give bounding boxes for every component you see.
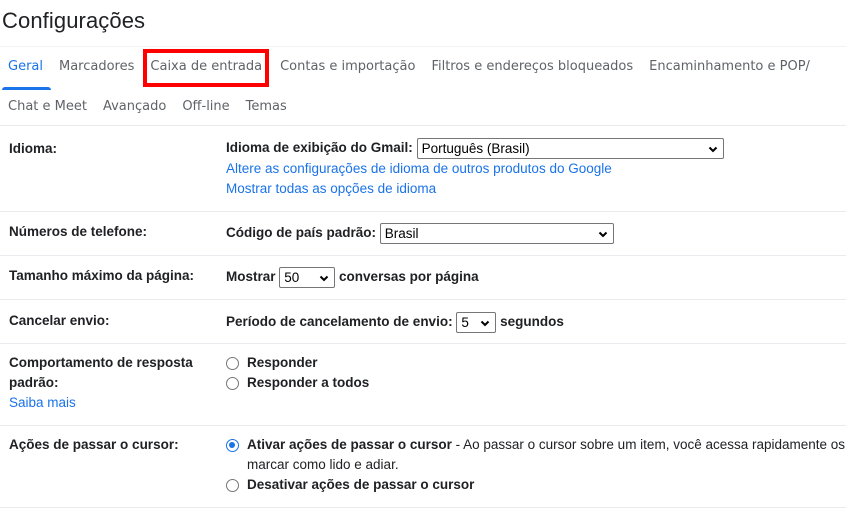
- settings-tabs-row-1: Geral Marcadores Caixa de entrada Contas…: [0, 47, 818, 90]
- page-size-label: Tamanho máximo da página:: [9, 268, 195, 283]
- default-reply-options: Responder Responder a todos: [226, 353, 369, 393]
- tab-off-line[interactable]: Off-line: [174, 89, 237, 125]
- reply-option-label: Responder: [247, 355, 318, 370]
- chevron-down-icon: [598, 231, 607, 237]
- tab-chat-e-meet[interactable]: Chat e Meet: [0, 89, 95, 125]
- page-size-content: Mostrar 50 conversas por página: [226, 267, 479, 288]
- section-default-reply: Comportamento de resposta padrão: Saiba …: [0, 344, 846, 426]
- tab-encaminhamento-pop[interactable]: Encaminhamento e POP/: [641, 47, 818, 89]
- change-other-products-language-link[interactable]: Altere as configurações de idioma de out…: [226, 159, 724, 179]
- undo-send-label: Cancelar envio:: [9, 313, 110, 328]
- chevron-down-icon: [708, 146, 717, 152]
- page-size-select[interactable]: 50: [279, 267, 336, 288]
- tab-filtros[interactable]: Filtros e endereços bloqueados: [423, 47, 641, 89]
- phone-label: Números de telefone:: [9, 224, 148, 239]
- tab-geral[interactable]: Geral: [0, 47, 51, 90]
- default-reply-label-container: Comportamento de resposta padrão: Saiba …: [9, 353, 209, 413]
- section-language: Idioma: Idioma de exibição do Gmail: Por…: [0, 126, 846, 212]
- tab-contas-e-importacao[interactable]: Contas e importação: [272, 47, 423, 89]
- disable-hover-option[interactable]: Desativar ações de passar o cursor: [226, 475, 846, 495]
- section-undo-send: Cancelar envio: Período de cancelamento …: [0, 300, 846, 344]
- page-size-suffix: conversas por página: [339, 269, 479, 285]
- learn-more-link[interactable]: Saiba mais: [9, 393, 209, 413]
- tab-avancado[interactable]: Avançado: [95, 89, 174, 125]
- section-hover-actions: Ações de passar o cursor: Ativar ações d…: [0, 426, 846, 508]
- phone-content: Código de país padrão: Brasil: [226, 223, 614, 244]
- display-language-select[interactable]: Português (Brasil): [416, 138, 724, 159]
- enable-hover-description-line2: marcar como lido e adiar.: [247, 457, 399, 472]
- enable-hover-label: Ativar ações de passar o cursor: [247, 437, 452, 452]
- hover-actions-options: Ativar ações de passar o cursor - Ao pas…: [226, 435, 846, 495]
- reply-all-option-label: Responder a todos: [247, 375, 370, 390]
- tab-caixa-de-entrada[interactable]: Caixa de entrada: [143, 49, 270, 87]
- enable-hover-option[interactable]: Ativar ações de passar o cursor - Ao pas…: [226, 435, 846, 455]
- radio-enable-hover[interactable]: [226, 439, 239, 452]
- undo-send-period-label: Período de cancelamento de envio:: [226, 314, 453, 330]
- undo-send-suffix: segundos: [500, 314, 564, 330]
- hover-actions-label: Ações de passar o cursor:: [9, 437, 179, 452]
- undo-send-period-select[interactable]: 5: [456, 312, 497, 333]
- display-language-value: Português (Brasil): [421, 140, 530, 156]
- display-language-label: Idioma de exibição do Gmail:: [226, 140, 413, 156]
- language-content: Idioma de exibição do Gmail: Português (…: [226, 138, 724, 199]
- undo-send-content: Período de cancelamento de envio: 5 segu…: [226, 312, 564, 333]
- show-all-language-options-link[interactable]: Mostrar todas as opções de idioma: [226, 179, 724, 199]
- country-code-value: Brasil: [384, 225, 419, 241]
- enable-hover-description: - Ao passar o cursor sobre um item, você…: [455, 437, 846, 452]
- page-size-prefix: Mostrar: [226, 269, 276, 285]
- page-title: Configurações: [2, 8, 146, 33]
- section-page-size: Tamanho máximo da página: Mostrar 50 con…: [0, 256, 846, 300]
- language-label: Idioma:: [9, 141, 58, 156]
- chevron-down-icon: [481, 320, 490, 326]
- radio-disable-hover[interactable]: [226, 479, 239, 492]
- default-reply-label: Comportamento de resposta padrão:: [9, 355, 193, 390]
- undo-send-period-value: 5: [461, 314, 469, 330]
- reply-all-option[interactable]: Responder a todos: [226, 373, 369, 393]
- section-phone: Números de telefone: Código de país padr…: [0, 212, 846, 256]
- radio-reply-all[interactable]: [226, 377, 239, 390]
- tab-temas[interactable]: Temas: [238, 89, 295, 125]
- country-code-select[interactable]: Brasil: [379, 223, 614, 244]
- chevron-down-icon: [320, 275, 329, 281]
- disable-hover-label: Desativar ações de passar o cursor: [247, 477, 475, 492]
- reply-option[interactable]: Responder: [226, 353, 369, 373]
- tab-marcadores[interactable]: Marcadores: [51, 47, 142, 89]
- page-size-value: 50: [284, 269, 300, 285]
- country-code-label: Código de país padrão:: [226, 225, 377, 241]
- settings-tabs-row-2: Chat e Meet Avançado Off-line Temas: [0, 89, 295, 125]
- radio-reply[interactable]: [226, 357, 239, 370]
